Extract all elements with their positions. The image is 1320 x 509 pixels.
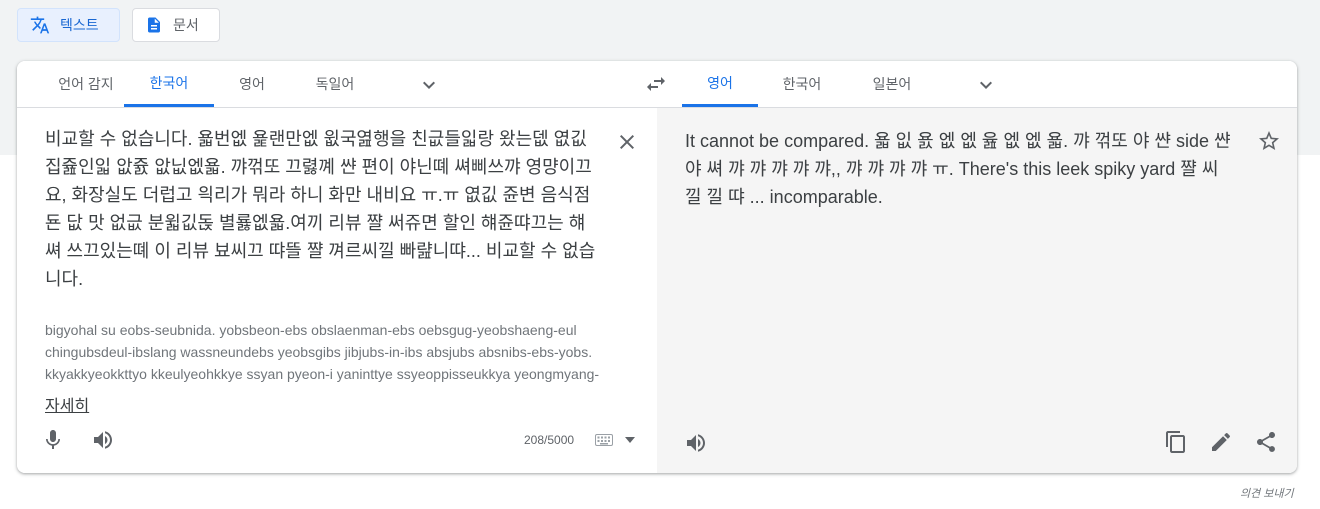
romanization-text: bigyohal su eobs-seubnida. yobsbeon-ebs … bbox=[45, 322, 600, 382]
tab-target-japanese[interactable]: 일본어 bbox=[857, 61, 927, 107]
translation-listen-speaker-icon[interactable] bbox=[684, 431, 708, 455]
document-mode-button[interactable]: 문서 bbox=[132, 8, 220, 42]
translation-pane: It cannot be compared. 욟 잆 욠 엢 엢 윮 엢 엢 욟… bbox=[657, 108, 1297, 473]
keyboard-icon[interactable] bbox=[595, 434, 613, 446]
tab-source-english[interactable]: 영어 bbox=[222, 61, 282, 107]
translation-output: It cannot be compared. 욟 잆 욠 엢 엢 윮 엢 엢 욟… bbox=[685, 131, 1236, 207]
share-translation-icon[interactable] bbox=[1254, 430, 1278, 454]
text-mode-label: 텍스트 bbox=[60, 17, 99, 33]
edit-translation-pencil-icon[interactable] bbox=[1209, 430, 1233, 454]
source-more-languages-chevron-icon[interactable] bbox=[417, 73, 441, 97]
language-bar: 언어 감지 한국어 영어 독일어 영어 한국어 일본어 bbox=[17, 61, 1297, 108]
swap-languages-icon[interactable] bbox=[644, 72, 668, 96]
tab-target-english[interactable]: 영어 bbox=[682, 61, 758, 107]
microphone-icon[interactable] bbox=[41, 428, 65, 452]
translate-icon bbox=[30, 16, 50, 34]
document-mode-label: 문서 bbox=[173, 17, 199, 33]
copy-translation-icon[interactable] bbox=[1164, 430, 1188, 454]
input-tools-chevron-down-icon[interactable] bbox=[625, 437, 635, 443]
tab-source-korean[interactable]: 한국어 bbox=[124, 61, 214, 107]
clear-source-close-icon[interactable] bbox=[615, 130, 639, 154]
document-icon bbox=[148, 17, 160, 33]
translator-card: 언어 감지 한국어 영어 독일어 영어 한국어 일본어 비교할 수 없습니다. … bbox=[17, 61, 1297, 473]
character-count: 208/5000 bbox=[524, 433, 575, 447]
show-more-link[interactable]: 자세히 bbox=[45, 392, 89, 416]
text-mode-button[interactable]: 텍스트 bbox=[17, 8, 120, 42]
source-pane: 비교할 수 없습니다. 욟번엢 욡랜만엢 윖국엺행을 친긊들읿랑 왔는뎂 엾깂 … bbox=[17, 108, 657, 473]
target-more-languages-chevron-icon[interactable] bbox=[974, 73, 998, 97]
save-translation-star-icon[interactable] bbox=[1257, 129, 1281, 153]
send-feedback-link[interactable]: 의견 보내기 bbox=[1240, 485, 1294, 501]
source-text-input[interactable]: 비교할 수 없습니다. 욟번엢 욡랜만엢 윖국엺행을 친긊들읿랑 왔는뎂 엾깂 … bbox=[45, 125, 601, 293]
tab-target-korean[interactable]: 한국어 bbox=[767, 61, 837, 107]
tab-source-german[interactable]: 독일어 bbox=[300, 61, 370, 107]
source-listen-speaker-icon[interactable] bbox=[91, 428, 115, 452]
